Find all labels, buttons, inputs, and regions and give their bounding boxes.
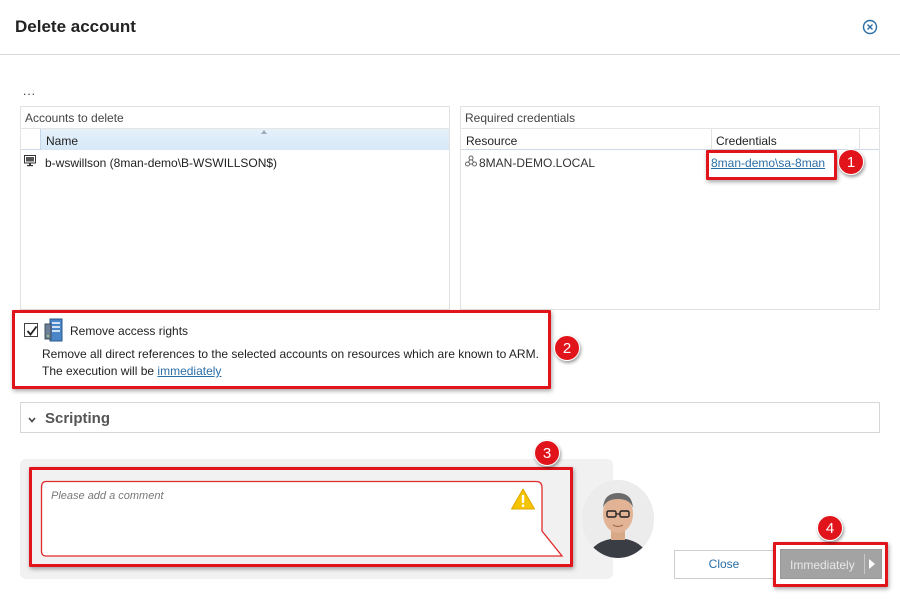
- sort-ascending-icon: [261, 130, 267, 134]
- column-header-name-label: Name: [46, 134, 79, 148]
- accounts-panel-caption: Accounts to delete: [25, 111, 124, 125]
- resource-name: 8MAN-DEMO.LOCAL: [479, 156, 596, 170]
- ellipsis-text: ...: [23, 84, 37, 98]
- chevron-down-icon: [28, 413, 36, 423]
- callout-2-highlight: [12, 310, 551, 389]
- column-header-credentials[interactable]: Credentials: [716, 134, 777, 148]
- network-icon: [465, 155, 477, 167]
- column-header-name[interactable]: Name: [40, 129, 449, 150]
- column-separator: [859, 129, 860, 150]
- callout-4-highlight: [773, 542, 888, 587]
- callout-1-highlight: [706, 150, 837, 180]
- monitor-icon: [24, 155, 36, 167]
- callout-4-badge: 4: [817, 515, 843, 541]
- scripting-label: Scripting: [45, 410, 111, 427]
- accounts-to-delete-panel: Accounts to delete Name b-wswillson (8ma…: [20, 106, 450, 310]
- credentials-panel-caption: Required credentials: [465, 111, 576, 125]
- dialog-title: Delete account: [15, 17, 136, 36]
- accounts-grid-header: Name: [21, 128, 449, 150]
- callout-3-badge: 3: [534, 440, 560, 466]
- callout-3-highlight: [29, 467, 573, 567]
- header-divider: [0, 54, 900, 55]
- callout-2-badge: 2: [554, 335, 580, 361]
- callout-1-badge: 1: [838, 149, 864, 175]
- scripting-section-toggle[interactable]: Scripting: [20, 402, 880, 433]
- close-button[interactable]: Close: [674, 550, 774, 579]
- account-row[interactable]: b-wswillson (8man-demo\B-WSWILLSON$): [21, 154, 449, 172]
- credentials-grid-header: Resource Credentials: [461, 128, 879, 150]
- column-separator: [711, 129, 712, 150]
- close-dialog-icon[interactable]: [862, 19, 878, 35]
- user-avatar: [582, 480, 654, 558]
- column-header-resource[interactable]: Resource: [466, 134, 517, 148]
- required-credentials-panel: Required credentials Resource Credential…: [460, 106, 880, 310]
- account-name: b-wswillson (8man-demo\B-WSWILLSON$): [45, 156, 278, 170]
